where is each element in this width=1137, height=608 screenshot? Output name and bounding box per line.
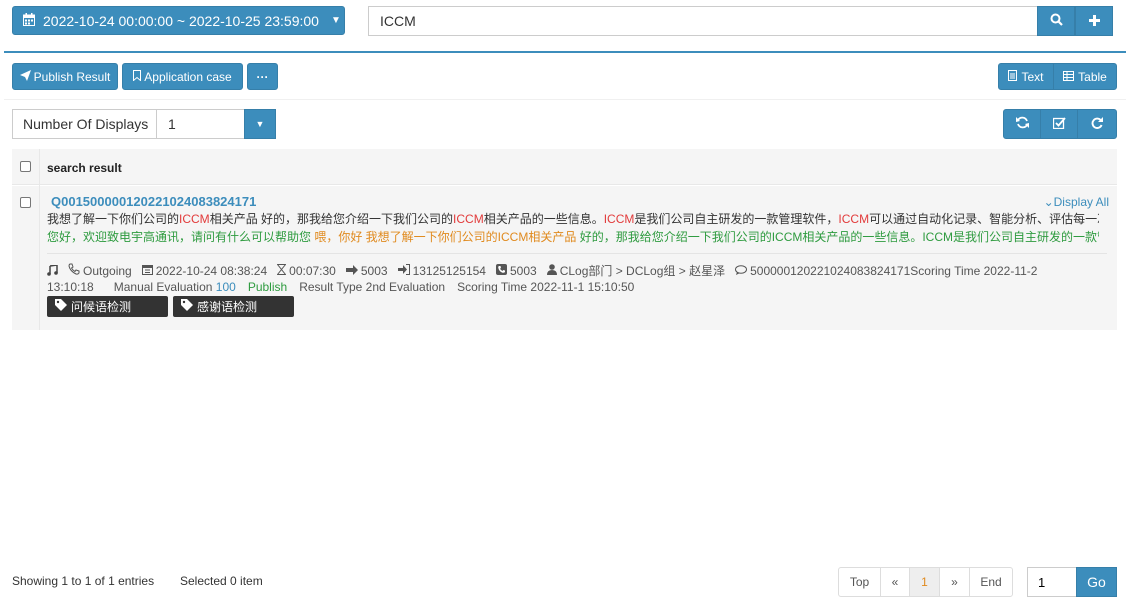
transcript-segment: ICCM xyxy=(838,212,870,226)
hourglass-icon xyxy=(276,263,287,278)
transcript-segment: ICCM xyxy=(603,212,635,226)
share-icon xyxy=(345,264,358,278)
transcript-segment: 您好，欢迎致电宇高通讯，请问有什么可以帮助您 xyxy=(47,230,315,244)
pager-top[interactable]: Top xyxy=(838,567,881,597)
tag-icon xyxy=(55,299,67,314)
evaluation-meta: 13:10:18 Manual Evaluation 100 Publish R… xyxy=(47,280,634,294)
call-direction: Outgoing xyxy=(83,263,132,278)
column-divider xyxy=(39,149,40,330)
caret-down-icon: ▼ xyxy=(255,119,265,129)
scoring-time-continued: 13:10:18 xyxy=(47,280,94,294)
select-all-checkbox[interactable] xyxy=(20,161,31,172)
entries-info: Showing 1 to 1 of 1 entries xyxy=(12,574,155,588)
manual-evaluation-score: 100 xyxy=(215,280,236,294)
file-text-icon xyxy=(1008,69,1018,84)
calendar-icon xyxy=(141,264,153,278)
comment-icon xyxy=(735,264,748,278)
tag-thanks-check[interactable]: 感谢语检测 xyxy=(173,296,294,317)
table-icon xyxy=(1063,70,1075,84)
search-icon xyxy=(1050,13,1063,29)
call-meta: Outgoing 2022-10-24 08:38:24 00:07:30 50… xyxy=(47,262,1037,279)
result-id-link[interactable]: Q0015000001202210240838241​71 xyxy=(51,194,256,209)
refresh-icon xyxy=(1015,116,1029,132)
transcript-segment: 是我们公司自主研发的一款管理软件， xyxy=(634,212,839,226)
transcript-line-1: 我想了解一下你们公司的ICCM相关产品 好的，那我给您介绍一下我们公司的ICCM… xyxy=(47,210,1099,227)
table-view-label: Table xyxy=(1078,69,1107,84)
send-icon xyxy=(19,69,31,84)
transcript-segment: 相关产品的一些信息。 xyxy=(483,212,604,226)
call-duration: 00:07:30 xyxy=(289,263,336,278)
displays-dropdown-button[interactable]: ▼ xyxy=(244,109,276,139)
ellipsis-icon: ··· xyxy=(256,69,269,84)
chevron-down-icon: ⌄ xyxy=(1043,195,1054,209)
scoring-time: Scoring Time 2022-11-1 15:10:50 xyxy=(457,280,635,294)
phone-number: 13125125154 xyxy=(412,263,486,278)
result-type: Result Type 2nd Evaluation xyxy=(299,280,446,294)
reload-button[interactable] xyxy=(1077,109,1117,139)
top-bar: 2022-10-24 00:00:00 ~ 2022-10-25 23:59:0… xyxy=(0,0,1137,48)
publish-result-button[interactable]: Publish Result xyxy=(12,63,118,90)
application-case-label: Application case xyxy=(144,69,232,84)
tag-label: 问候语检测 xyxy=(71,300,132,314)
pager-prev[interactable]: « xyxy=(880,567,910,597)
refresh-button[interactable] xyxy=(1003,109,1041,139)
transcript-segment: ICCM xyxy=(453,212,484,226)
pager-next[interactable]: » xyxy=(939,567,970,597)
text-view-label: Text xyxy=(1021,69,1044,84)
transcript-segment: 我想了解一下你们公司的 xyxy=(47,212,180,226)
bookmark-icon xyxy=(133,69,142,84)
pager-end[interactable]: End xyxy=(969,567,1013,597)
row-checkbox[interactable] xyxy=(20,197,31,208)
publish-result-label: Publish Result xyxy=(33,69,111,84)
caret-down-icon: ▼ xyxy=(330,15,341,26)
table-header xyxy=(12,149,1117,185)
search-input[interactable] xyxy=(368,6,1039,36)
go-button[interactable]: Go xyxy=(1076,567,1117,597)
transcript-line-2: 您好，欢迎致电宇高通讯，请问有什么可以帮助您 喂，你好 我想了解一下你们公司的I… xyxy=(47,228,1099,245)
session-id: 500000120221024083824171Scoring Time 202… xyxy=(750,263,1038,278)
phone-icon xyxy=(68,263,80,278)
application-case-button[interactable]: Application case xyxy=(122,63,243,90)
pager-current[interactable]: 1 xyxy=(909,567,940,597)
date-range-label: 2022-10-24 00:00:00 ~ 2022-10-25 23:59:0… xyxy=(43,12,319,29)
transcript-segment: 好的，那我给您介绍一下我们公司的ICCM相关产品的一些信息。ICCM是我们公司自… xyxy=(579,230,1099,244)
divider xyxy=(4,99,1126,100)
transcript-segment: 可以通过自动化记录、智能分析、评估每一次... xyxy=(869,212,1099,226)
table-view-button[interactable]: Table xyxy=(1053,63,1117,90)
transcript-segment: 相关产品 好的，那我给您介绍一下我们公司的 xyxy=(209,212,454,226)
date-range-picker[interactable]: 2022-10-24 00:00:00 ~ 2022-10-25 23:59:0… xyxy=(12,6,345,35)
more-button[interactable]: ··· xyxy=(247,63,278,90)
extension: 5003 xyxy=(360,263,388,278)
tag-icon xyxy=(181,299,193,314)
selected-info: Selected 0 item xyxy=(180,574,263,588)
transcript-segment: ICCM xyxy=(179,212,210,226)
user-icon xyxy=(546,263,557,278)
sign-in-icon xyxy=(397,263,410,278)
check-square-icon xyxy=(1052,116,1066,132)
tag-label: 感谢语检测 xyxy=(197,300,258,314)
calendar-icon xyxy=(23,12,35,29)
search-button[interactable] xyxy=(1037,6,1075,36)
redo-icon xyxy=(1091,116,1103,132)
displays-select[interactable]: 1 xyxy=(156,109,245,139)
tag-greeting-check[interactable]: 问候语检测 xyxy=(47,296,168,317)
agent-number: 5003 xyxy=(509,263,537,278)
music-icon[interactable] xyxy=(47,265,58,276)
publish-status: Publish xyxy=(247,280,288,294)
organization-path: CLog部门 > DCLog组 > 赵星泽 xyxy=(559,264,726,278)
transcript-segment: 喂，你好 我想了解一下你们公司的ICCM相关产品 xyxy=(314,230,580,244)
display-all-link[interactable]: ⌄Display All xyxy=(1044,195,1109,209)
plus-icon xyxy=(1088,13,1100,29)
manual-evaluation-label: Manual Evaluation xyxy=(113,280,213,294)
add-button[interactable] xyxy=(1075,6,1113,36)
phone-square-icon xyxy=(495,263,507,278)
displays-label: Number Of Displays xyxy=(12,109,157,139)
meta-divider xyxy=(47,253,1107,254)
column-header: search result xyxy=(47,161,122,175)
select-all-button[interactable] xyxy=(1040,109,1078,139)
text-view-button[interactable]: Text xyxy=(998,63,1054,90)
call-datetime: 2022-10-24 08:38:24 xyxy=(155,263,268,278)
display-all-label: Display All xyxy=(1053,195,1109,209)
goto-page-input[interactable] xyxy=(1027,567,1077,597)
